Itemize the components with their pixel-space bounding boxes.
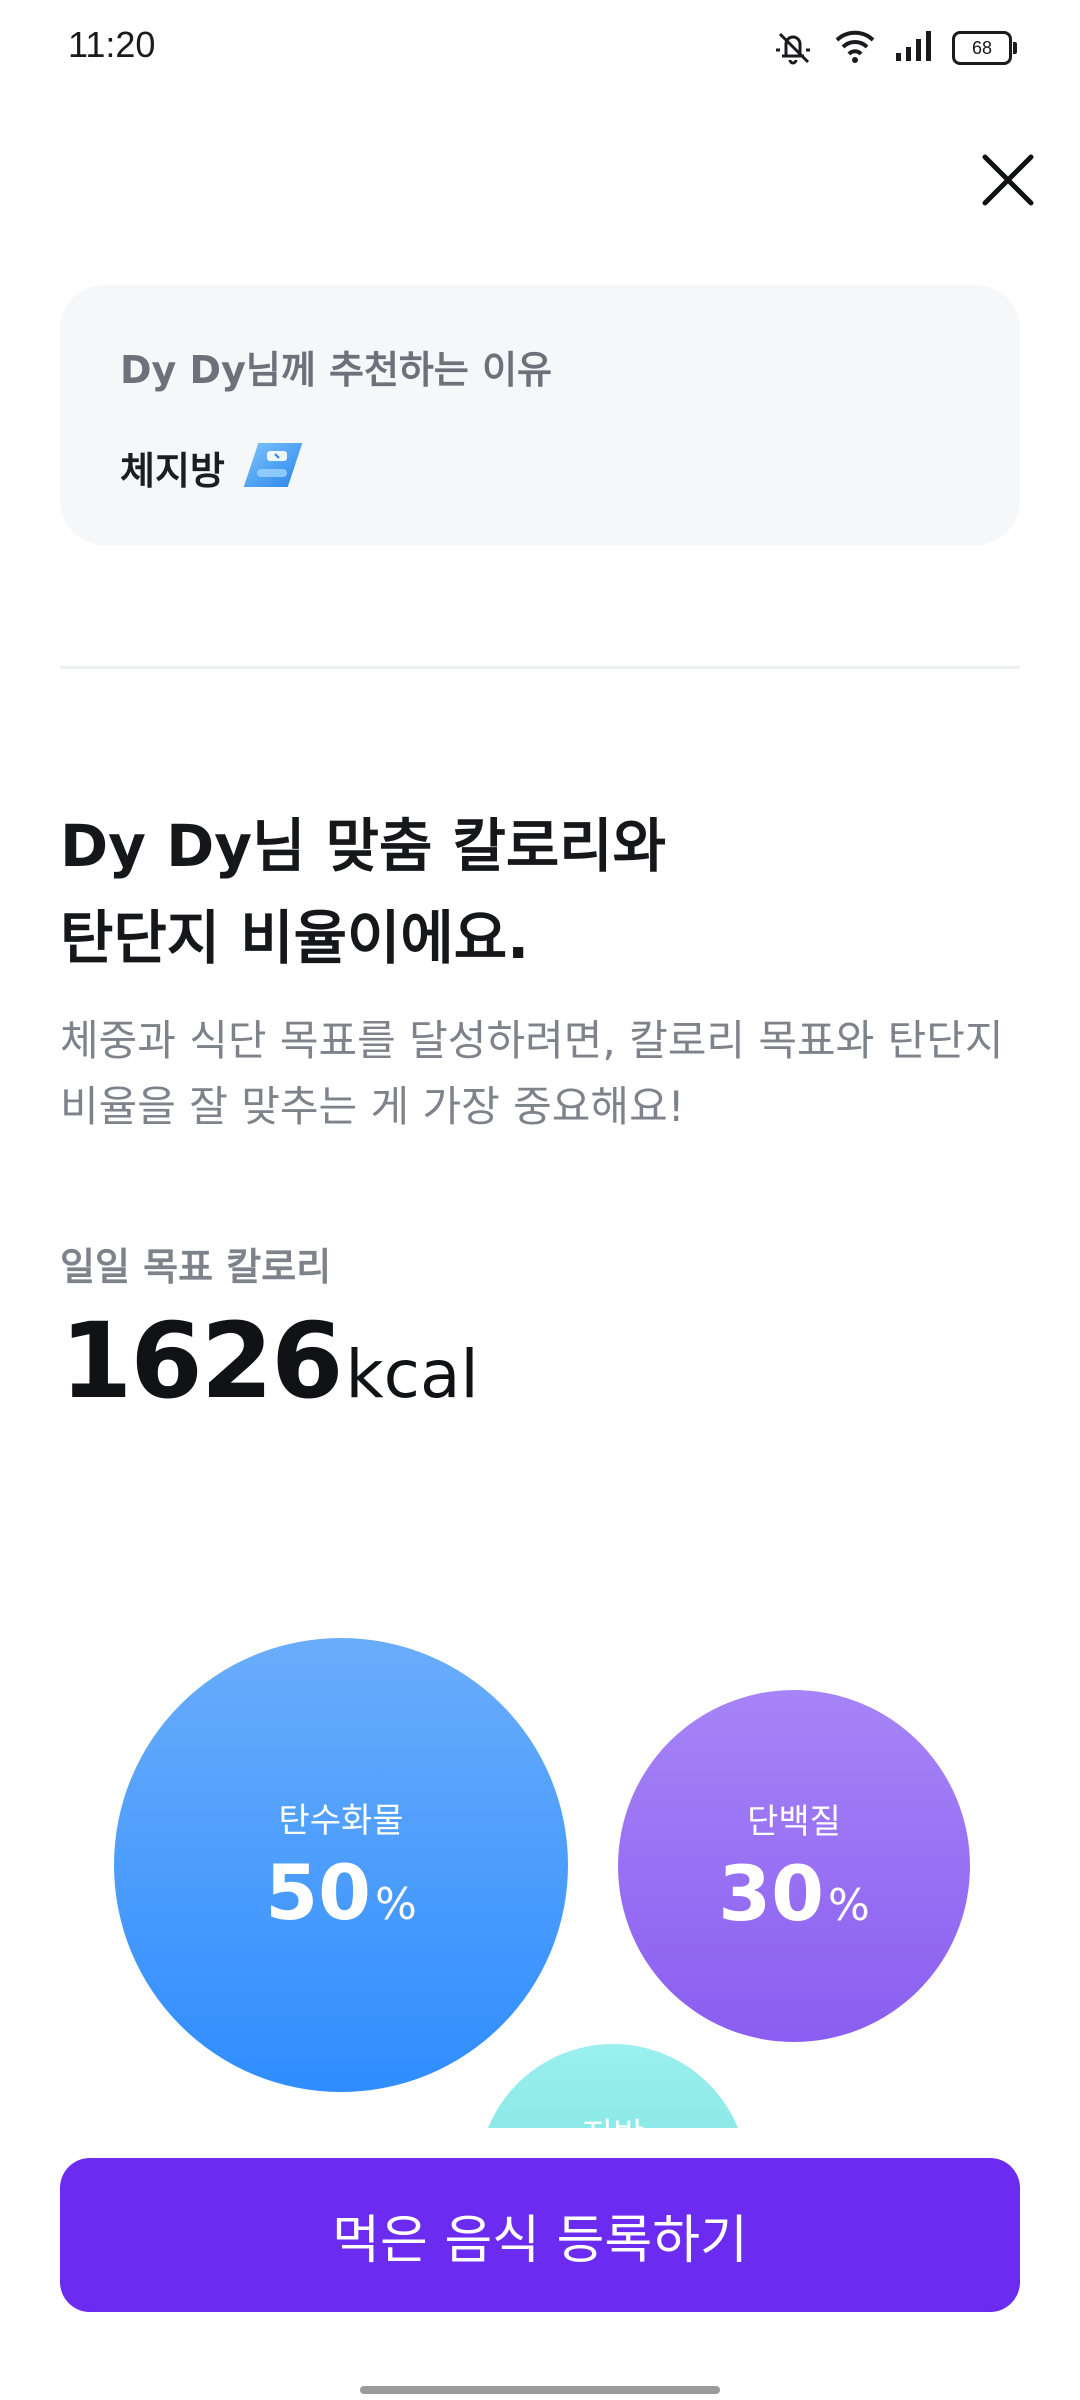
bubble-unit: % xyxy=(374,1879,417,1930)
carbs-bubble: 탄수화물 50 % xyxy=(114,1638,568,2092)
close-icon xyxy=(982,154,1034,206)
battery-icon: 68 xyxy=(952,31,1017,65)
calorie-number: 1626 xyxy=(60,1300,343,1422)
page-title: Dy Dy님 맞춤 칼로리와 탄단지 비율이에요. xyxy=(60,800,1020,984)
calorie-unit: kcal xyxy=(345,1336,479,1413)
protein-bubble: 단백질 30 % xyxy=(618,1690,970,2042)
home-indicator[interactable] xyxy=(360,2386,720,2394)
signal-icon xyxy=(894,29,934,67)
close-button[interactable] xyxy=(976,148,1040,212)
scale-icon xyxy=(243,437,309,497)
bubble-label: 단백질 xyxy=(747,1802,841,1842)
bubble-value: 50 xyxy=(265,1848,371,1937)
macro-ratio-chart: 탄수화물 50 % 단백질 30 % 지방 xyxy=(0,1600,1080,2128)
page-title-line1: Dy Dy님 맞춤 칼로리와 xyxy=(60,812,667,880)
register-food-button[interactable]: 먹은 음식 등록하기 xyxy=(60,2158,1020,2312)
daily-calorie-value: 1626 kcal xyxy=(60,1300,479,1422)
daily-calorie-label: 일일 목표 칼로리 xyxy=(60,1245,332,1289)
divider xyxy=(60,666,1020,669)
battery-level: 68 xyxy=(971,37,993,58)
bubble-label: 지방 xyxy=(582,2108,645,2128)
bubble-label: 탄수화물 xyxy=(278,1801,404,1841)
reason-tag-row: 체지방 xyxy=(120,437,309,497)
page-description: 체중과 식단 목표를 달성하려면, 칼로리 목표와 탄단지 비율을 잘 맞추는 … xyxy=(60,1016,1004,1131)
status-time: 11:20 xyxy=(68,24,156,65)
status-icons: 68 xyxy=(770,26,1017,70)
page-title-line2: 탄단지 비율이에요. xyxy=(60,904,530,972)
recommendation-reason-card: Dy Dy님께 추천하는 이유 체지방 xyxy=(60,285,1020,545)
status-bar: 11:20 68 xyxy=(0,0,1080,96)
bubble-unit: % xyxy=(827,1880,870,1931)
reason-title: Dy Dy님께 추천하는 이유 xyxy=(120,348,552,392)
wifi-icon xyxy=(834,28,876,68)
fat-bubble: 지방 xyxy=(478,2044,748,2128)
reason-tag: 체지방 xyxy=(120,448,225,493)
bubble-value: 30 xyxy=(718,1849,824,1938)
mute-icon xyxy=(770,26,816,70)
